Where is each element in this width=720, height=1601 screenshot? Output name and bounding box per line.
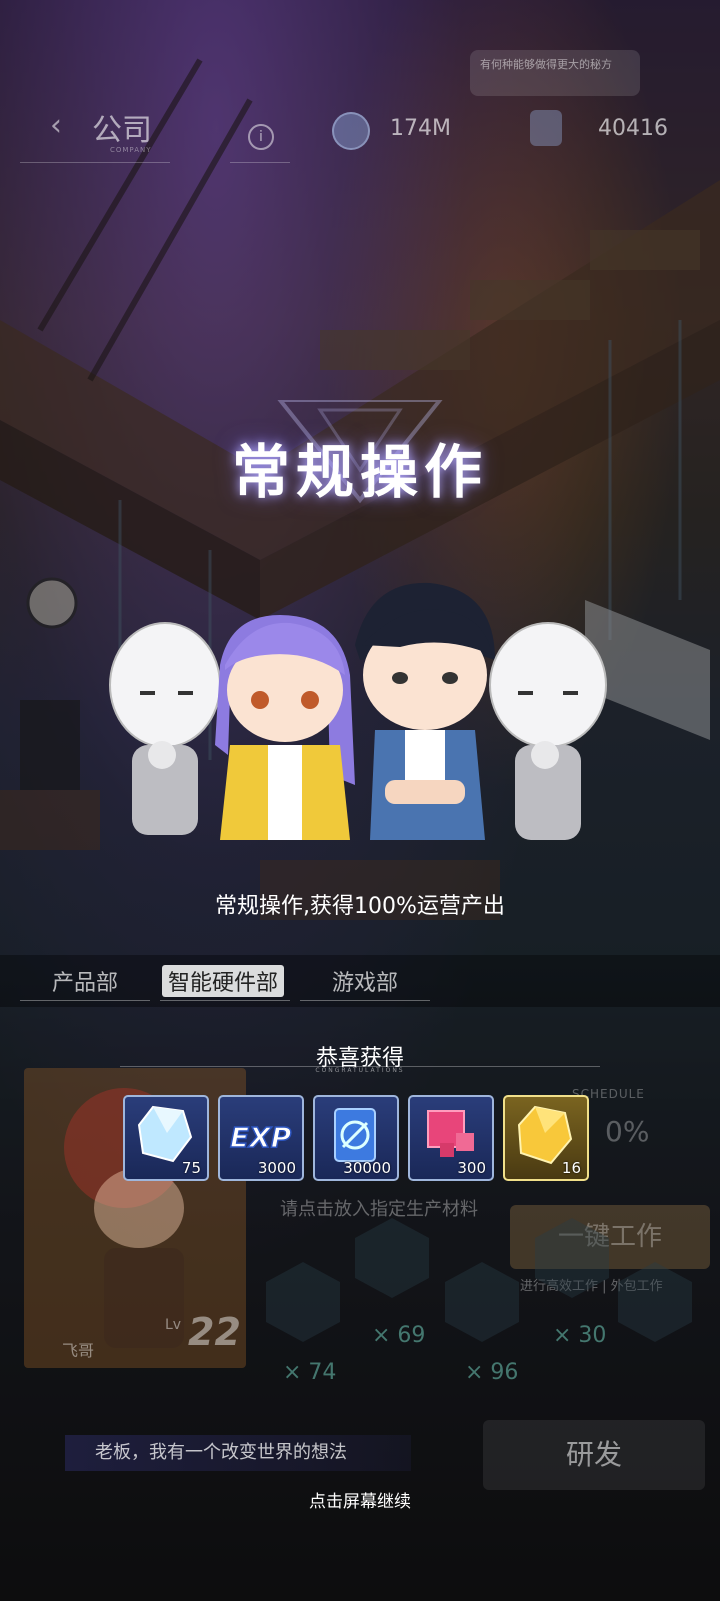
tab-underline — [20, 1000, 150, 1001]
pink-cubes-icon — [427, 1110, 474, 1157]
gem-icon — [530, 110, 562, 146]
material-count: × 30 — [553, 1323, 607, 1348]
progress-percent: 0% — [605, 1115, 650, 1148]
operation-heading: 常规操作 — [231, 438, 488, 506]
material-count: × 69 — [372, 1323, 426, 1348]
level-label: Lv — [165, 1317, 182, 1333]
gem-count: 40416 — [598, 116, 668, 141]
page-subtitle: COMPANY — [110, 146, 152, 154]
reward-item[interactable]: 16 — [503, 1095, 589, 1181]
reward-item[interactable]: 75 — [123, 1095, 209, 1181]
diamond-icon — [137, 1105, 193, 1163]
coin-count: 174M — [390, 116, 451, 141]
tab-product[interactable]: 产品部 — [52, 965, 118, 997]
tab-underline — [300, 1000, 430, 1001]
divider — [20, 162, 170, 163]
tab-underline — [160, 1000, 290, 1001]
employee-level: 22 — [188, 1310, 241, 1354]
reward-count: 3000 — [257, 1159, 296, 1177]
department-tabs: 产品部 智能硬件部 游戏部 — [0, 955, 720, 1007]
material-hint: 请点击放入指定生产材料 — [280, 1199, 478, 1220]
operation-result-text: 常规操作,获得100%运营产出 — [215, 894, 505, 919]
reward-subtitle: CONGRATULATIONS — [315, 1067, 405, 1074]
notice-banner: 有何种能够做得更大的秘方 — [470, 50, 640, 96]
reward-count: 300 — [457, 1159, 486, 1177]
page-title: 公司 — [92, 113, 152, 148]
svg-text:EXP: EXP — [230, 1121, 292, 1154]
reward-count: 30000 — [343, 1159, 391, 1177]
back-icon[interactable]: ‹ — [50, 108, 62, 143]
coin-icon — [332, 112, 370, 150]
info-icon[interactable]: i — [248, 124, 274, 150]
idea-banner[interactable]: 老板，我有一个改变世界的想法 — [65, 1435, 411, 1471]
reward-items: 75 EXP 3000 30000 300 16 — [123, 1095, 603, 1181]
gold-crystal-icon — [517, 1105, 573, 1165]
divider — [230, 162, 290, 163]
reward-count: 16 — [561, 1159, 581, 1177]
purple-hair-character — [215, 615, 355, 840]
reward-item[interactable]: 300 — [408, 1095, 494, 1181]
material-count: × 96 — [465, 1360, 519, 1385]
dark-hair-character — [355, 582, 495, 840]
placeholder-character-right — [489, 622, 607, 840]
top-bar: 有何种能够做得更大的秘方 ‹ 公司 COMPANY i 174M 40416 — [20, 50, 700, 163]
material-count: × 74 — [283, 1360, 337, 1385]
research-button[interactable]: 研发 — [483, 1420, 705, 1490]
reward-count: 75 — [181, 1159, 201, 1177]
placeholder-character-left — [109, 622, 221, 835]
tap-to-continue[interactable]: 点击屏幕继续 — [0, 1487, 720, 1512]
employee-name: 飞哥 — [62, 1341, 95, 1360]
tab-game[interactable]: 游戏部 — [332, 965, 398, 997]
reward-item[interactable]: EXP 3000 — [218, 1095, 304, 1181]
characters-illustration — [109, 582, 607, 840]
reward-item[interactable]: 30000 — [313, 1095, 399, 1181]
tab-hardware[interactable]: 智能硬件部 — [162, 965, 285, 997]
blue-card-icon — [334, 1108, 376, 1162]
exp-icon: EXP — [229, 1120, 292, 1155]
